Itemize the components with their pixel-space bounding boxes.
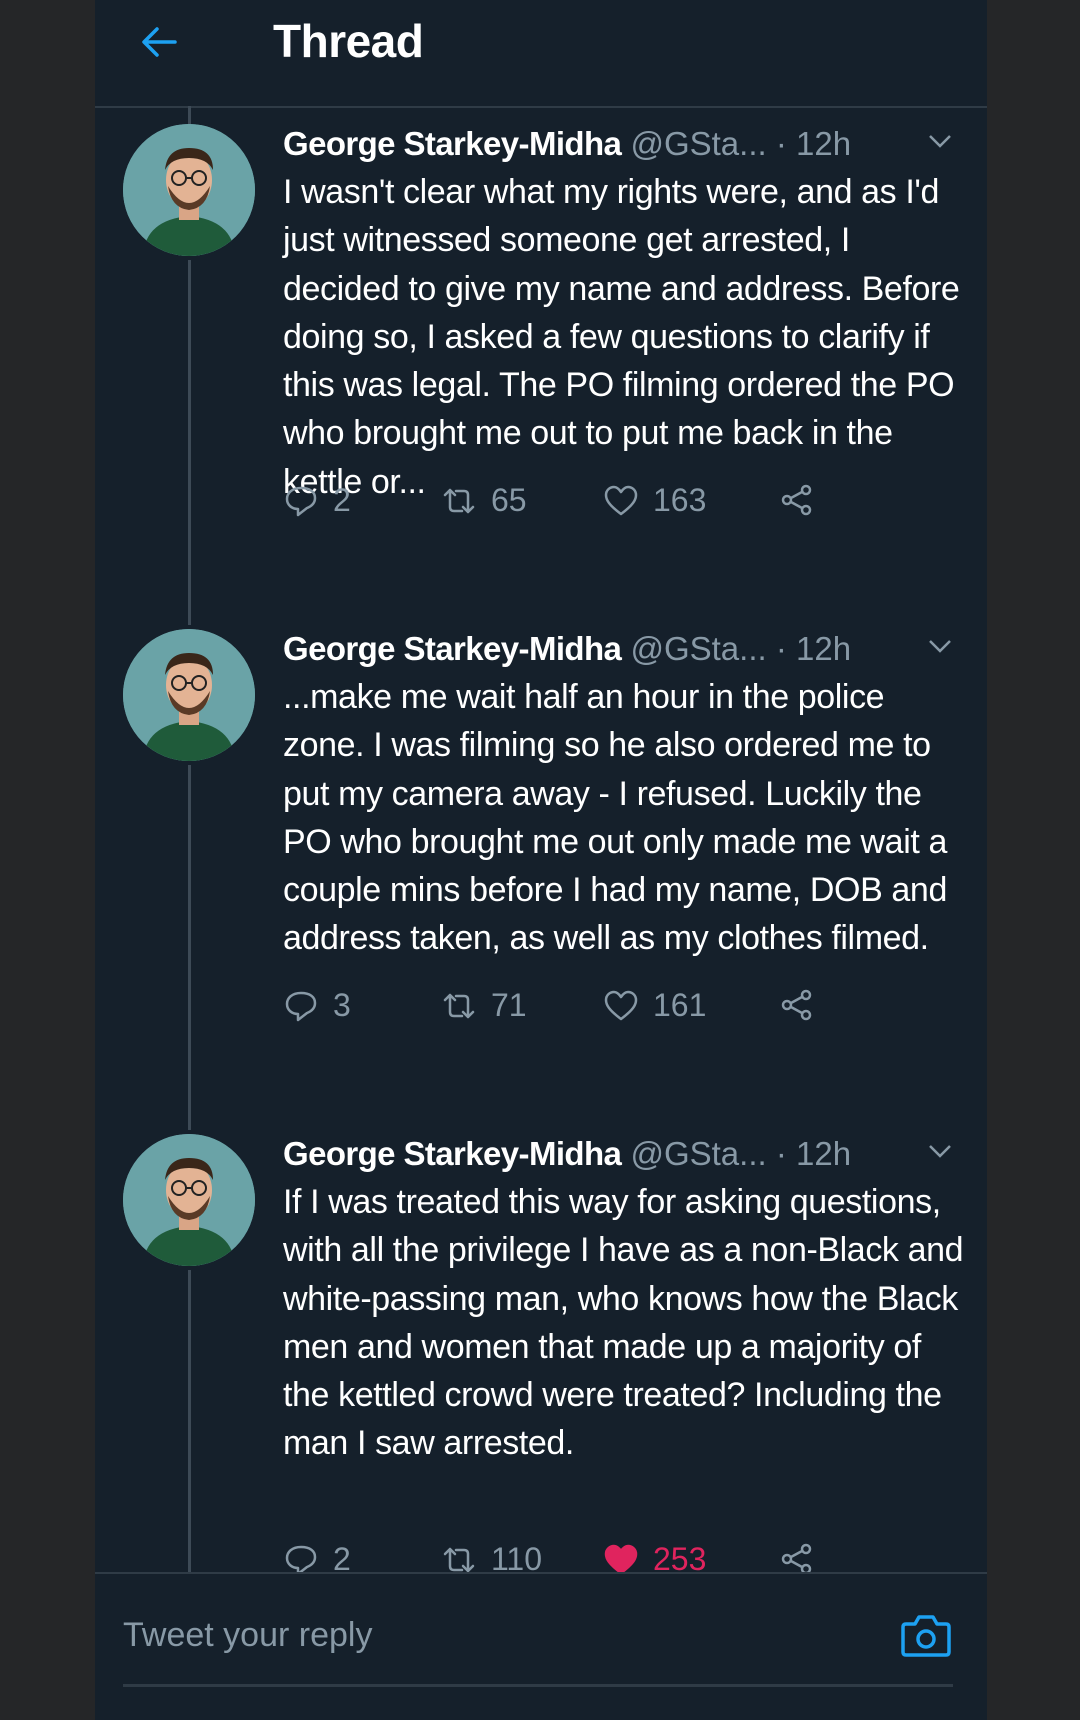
retweet-count: 65 — [491, 482, 527, 518]
thread-connector — [188, 765, 191, 1130]
reply-button[interactable]: 3 — [283, 987, 351, 1024]
thread-screen: Thread George Starkey-Midha @GSta... · 1… — [95, 0, 987, 1720]
reply-button[interactable]: 2 — [283, 482, 351, 519]
avatar[interactable] — [123, 629, 255, 761]
retweet-button[interactable]: 65 — [441, 482, 527, 519]
page-title: Thread — [273, 15, 424, 67]
retweet-count: 71 — [491, 987, 527, 1023]
reply-count: 3 — [333, 987, 351, 1023]
tweet-meta: George Starkey-Midha @GSta... · 12h — [283, 124, 973, 164]
meta-separator: · — [775, 125, 787, 162]
avatar[interactable] — [123, 1134, 255, 1266]
heart-icon — [604, 990, 638, 1020]
author-handle[interactable]: @GSta... — [630, 1135, 766, 1172]
retweet-icon — [443, 488, 475, 513]
reply-icon — [285, 486, 317, 516]
thread-connector — [188, 1270, 191, 1572]
retweet-icon — [443, 993, 475, 1018]
tweet-body: George Starkey-Midha @GSta... · 12h ...m… — [283, 629, 973, 963]
like-button[interactable]: 161 — [603, 987, 706, 1024]
timestamp[interactable]: 12h — [796, 630, 851, 667]
profile-photo-icon — [123, 629, 255, 761]
share-icon — [781, 989, 812, 1021]
timestamp[interactable]: 12h — [796, 1135, 851, 1172]
tweet-body: George Starkey-Midha @GSta... · 12h If I… — [283, 1134, 973, 1468]
reply-input-underline — [123, 1684, 953, 1687]
meta-separator: · — [775, 1135, 787, 1172]
tweet-text: If I was treated this way for asking que… — [283, 1183, 964, 1463]
chevron-down-icon[interactable] — [927, 637, 953, 655]
tweet-actions: 3 71 161 — [283, 987, 843, 1033]
chevron-down-icon[interactable] — [927, 1142, 953, 1160]
retweet-button[interactable]: 71 — [441, 987, 527, 1024]
like-count: 163 — [653, 482, 707, 518]
like-count: 161 — [653, 987, 707, 1023]
thread-connector — [188, 260, 191, 625]
tweet-meta: George Starkey-Midha @GSta... · 12h — [283, 629, 973, 669]
reply-input[interactable]: Tweet your reply — [123, 1616, 372, 1655]
camera-icon[interactable] — [900, 1612, 952, 1660]
author-handle[interactable]: @GSta... — [630, 125, 766, 162]
meta-separator: · — [775, 630, 787, 667]
reply-icon — [285, 991, 317, 1021]
author-name[interactable]: George Starkey-Midha — [283, 630, 622, 667]
reply-count: 2 — [333, 482, 351, 518]
thread-connector — [188, 106, 191, 126]
profile-photo-icon — [123, 1134, 255, 1266]
heart-icon — [604, 485, 638, 515]
profile-photo-icon — [123, 124, 255, 256]
tweet-text: I wasn't clear what my rights were, and … — [283, 173, 960, 501]
share-button[interactable] — [779, 987, 829, 1023]
author-handle[interactable]: @GSta... — [630, 630, 766, 667]
tweet-meta: George Starkey-Midha @GSta... · 12h — [283, 1134, 973, 1174]
author-name[interactable]: George Starkey-Midha — [283, 125, 622, 162]
reply-composer: Tweet your reply — [95, 1572, 987, 1720]
header: Thread — [95, 0, 987, 108]
share-icon — [781, 484, 812, 516]
author-name[interactable]: George Starkey-Midha — [283, 1135, 622, 1172]
tweet-body: George Starkey-Midha @GSta... · 12h I wa… — [283, 124, 973, 506]
back-arrow-icon[interactable] — [139, 22, 179, 62]
chevron-down-icon[interactable] — [927, 132, 953, 150]
tweet-text: ...make me wait half an hour in the poli… — [283, 678, 947, 958]
share-button[interactable] — [779, 482, 829, 518]
avatar[interactable] — [123, 124, 255, 256]
timestamp[interactable]: 12h — [796, 125, 851, 162]
like-button[interactable]: 163 — [603, 482, 706, 519]
tweet-actions: 2 65 163 — [283, 482, 843, 528]
